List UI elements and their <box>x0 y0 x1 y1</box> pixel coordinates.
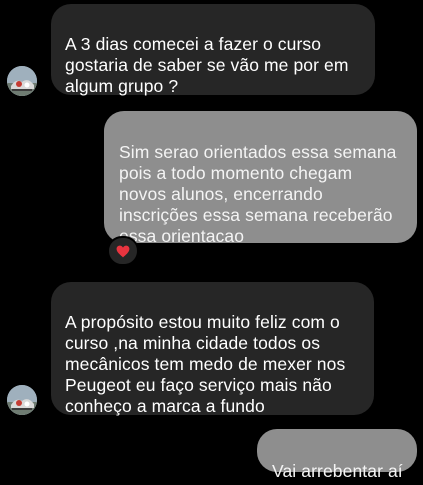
outgoing-message-bubble[interactable]: Vai arrebentar aí <box>257 429 417 481</box>
message-text: Vai arrebentar aí <box>272 461 403 481</box>
avatar-photo-icon <box>7 385 37 415</box>
message-reaction[interactable] <box>107 236 139 266</box>
incoming-message-bubble[interactable]: A 3 dias comecei a fazer o curso gostari… <box>51 4 375 96</box>
message-text: Sim serao orientados essa semana pois a … <box>119 142 397 246</box>
message-thread: A 3 dias comecei a fazer o curso gostari… <box>0 0 423 485</box>
outgoing-message-bubble[interactable]: Sim serao orientados essa semana pois a … <box>104 111 417 246</box>
contact-avatar[interactable] <box>7 385 37 415</box>
message-text: A 3 dias comecei a fazer o curso gostari… <box>65 34 349 96</box>
avatar-photo-icon <box>7 66 37 96</box>
red-heart-icon <box>116 245 130 257</box>
contact-avatar[interactable] <box>7 66 37 96</box>
incoming-message-bubble[interactable]: A propósito estou muito feliz com o curs… <box>51 282 374 416</box>
message-text: A propósito estou muito feliz com o curs… <box>65 312 346 416</box>
